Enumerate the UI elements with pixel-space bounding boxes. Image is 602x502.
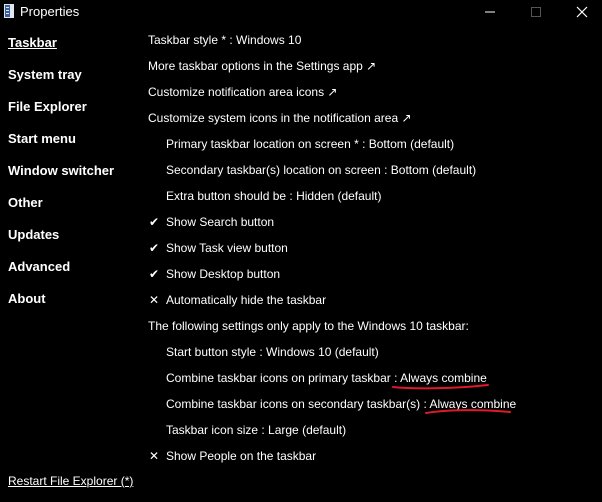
combine-secondary-label: Combine taskbar icons on secondary taskb… [166, 397, 430, 411]
properties-window: Properties Taskbar System tray File Expl… [0, 0, 602, 502]
toggle-show-search[interactable]: Show Search button [166, 214, 274, 230]
win10-section-header: The following settings only apply to the… [148, 319, 469, 333]
sidebar-item-window-switcher[interactable]: Window switcher [8, 163, 114, 178]
toggle-show-people[interactable]: Show People on the taskbar [166, 448, 316, 464]
close-icon [576, 6, 588, 18]
cross-icon: ✕ [149, 293, 160, 307]
sidebar-item-advanced[interactable]: Advanced [8, 259, 70, 274]
checkmark-icon: ✔ [149, 267, 160, 281]
annotation-underline-secondary [425, 409, 511, 414]
minimize-button[interactable] [467, 0, 513, 26]
app-icon [4, 4, 14, 18]
checkmark-icon: ✔ [149, 241, 160, 255]
setting-taskbar-style[interactable]: Taskbar style * : Windows 10 [148, 32, 301, 48]
combine-primary-label: Combine taskbar icons on primary taskbar… [166, 371, 401, 385]
sidebar-item-about[interactable]: About [8, 291, 46, 306]
annotation-underline-primary [392, 384, 489, 390]
setting-secondary-location[interactable]: Secondary taskbar(s) location on screen … [166, 162, 476, 178]
sidebar-item-other[interactable]: Other [8, 195, 43, 210]
close-button[interactable] [559, 0, 602, 26]
setting-icon-size[interactable]: Taskbar icon size : Large (default) [166, 422, 346, 438]
toggle-show-desktop[interactable]: Show Desktop button [166, 266, 280, 282]
cross-icon: ✕ [149, 449, 160, 463]
setting-primary-location[interactable]: Primary taskbar location on screen * : B… [166, 136, 454, 152]
window-title: Properties [20, 4, 80, 19]
toggle-auto-hide[interactable]: Automatically hide the taskbar [166, 292, 326, 308]
link-notification-area-icons[interactable]: Customize notification area icons ↗ [148, 84, 337, 100]
sidebar-item-taskbar[interactable]: Taskbar [8, 35, 57, 50]
sidebar-item-updates[interactable]: Updates [8, 227, 59, 242]
setting-start-button-style[interactable]: Start button style : Windows 10 (default… [166, 344, 379, 360]
maximize-icon [531, 7, 541, 17]
minimize-icon [485, 11, 495, 13]
sidebar-item-system-tray[interactable]: System tray [8, 67, 82, 82]
sidebar-item-start-menu[interactable]: Start menu [8, 131, 76, 146]
title-bar: Properties [0, 0, 602, 26]
restart-explorer-link[interactable]: Restart File Explorer (*) [8, 474, 133, 488]
link-system-icons[interactable]: Customize system icons in the notificati… [148, 110, 412, 126]
sidebar-item-file-explorer[interactable]: File Explorer [8, 99, 87, 114]
maximize-button[interactable] [513, 0, 559, 26]
toggle-show-task-view[interactable]: Show Task view button [166, 240, 288, 256]
link-more-taskbar-options[interactable]: More taskbar options in the Settings app… [148, 58, 376, 74]
checkmark-icon: ✔ [149, 215, 160, 229]
setting-extra-button[interactable]: Extra button should be : Hidden (default… [166, 188, 381, 204]
